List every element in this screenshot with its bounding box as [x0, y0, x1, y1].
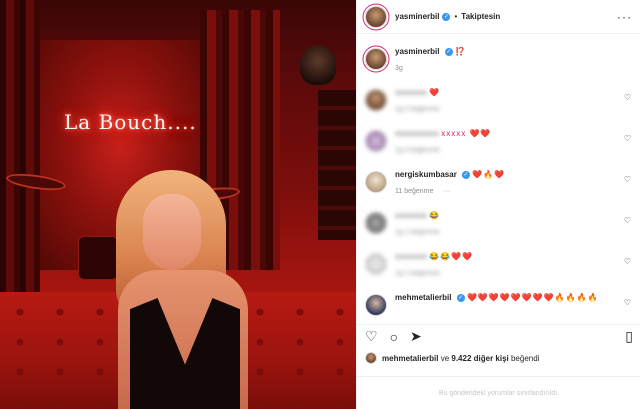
- comment-like-heart-icon[interactable]: ♡: [624, 93, 631, 102]
- author-username[interactable]: yasminerbil: [395, 12, 439, 21]
- verified-badge-icon: ✓: [442, 12, 451, 21]
- post-action-bar: ♡ ○ ➤ ▯: [357, 324, 640, 348]
- comment-icon[interactable]: ○: [390, 329, 398, 345]
- woman-figure: [108, 170, 258, 409]
- caption: yasminerbil ✓ ⁉️ 3g: [365, 46, 633, 74]
- more-options-icon[interactable]: ···: [617, 10, 632, 24]
- commenter-avatar[interactable]: [365, 212, 387, 234]
- comment-like-heart-icon[interactable]: ♡: [624, 298, 631, 307]
- verified-badge-icon: ✓: [444, 47, 453, 56]
- verified-badge-icon: ✓: [462, 170, 471, 179]
- likes-others[interactable]: 9.422 diğer kişi: [451, 354, 508, 363]
- bookshelf: [318, 90, 356, 240]
- comments-limited-notice: Bu gönderideki yorumlar sınırlandırıldı.: [357, 376, 640, 409]
- comment-text: ❤️🔥❤️: [472, 170, 506, 179]
- comment-username[interactable]: mehmetalierbil: [395, 293, 451, 302]
- comment-text: 😂😂❤️❤️: [429, 252, 474, 261]
- likes-joiner: ve: [438, 353, 452, 363]
- first-liker[interactable]: mehmetalierbil: [382, 354, 438, 363]
- separator-dot: •: [454, 12, 458, 21]
- follow-state-button[interactable]: Takiptesin: [461, 12, 500, 21]
- author-avatar[interactable]: [365, 5, 387, 28]
- post-photo[interactable]: La Bouch....: [0, 0, 356, 409]
- comment-like-count[interactable]: 11 beğenme: [395, 188, 433, 195]
- commenter-avatar[interactable]: [365, 294, 387, 316]
- comment-like-heart-icon[interactable]: ♡: [624, 175, 631, 184]
- commenter-avatar[interactable]: [365, 130, 387, 152]
- comment-text: 😂: [429, 211, 441, 220]
- comment-username[interactable]: xxxxxxxxxxx: [395, 129, 439, 138]
- comment-more-icon[interactable]: ···: [443, 188, 450, 195]
- commenter-avatar[interactable]: [365, 89, 387, 111]
- comment-item: nergiskumbasar ✓ ❤️🔥❤️ 11 beğenme ··· ♡: [365, 169, 633, 197]
- comment-like-heart-icon[interactable]: ♡: [624, 257, 631, 266]
- comment-meta: 11 beğenme ···: [395, 186, 505, 197]
- caption-username[interactable]: yasminerbil: [395, 47, 439, 56]
- comment-item: xxxxxxxx 😂 1g 1 beğenme ♡: [365, 210, 633, 238]
- comment-username[interactable]: xxxxxxxx: [395, 88, 427, 97]
- author-avatar[interactable]: [365, 48, 387, 70]
- post-header: yasminerbil ✓ • Takiptesin ···: [357, 0, 640, 34]
- face: [143, 194, 201, 270]
- liker-avatar: [365, 352, 377, 364]
- lamp: [300, 45, 336, 85]
- comment-item: mehmetalierbil ✓ ❤️❤️❤️❤️❤️❤️❤️❤️🔥🔥🔥🔥 ♡: [365, 292, 633, 316]
- commenter-avatar[interactable]: [365, 171, 387, 193]
- bookmark-icon[interactable]: ▯: [625, 328, 633, 345]
- comment-username[interactable]: xxxxxxxx: [395, 211, 427, 220]
- comment-meta: 1g 2 beğenme: [395, 106, 440, 113]
- caption-time: 3g: [395, 65, 403, 72]
- comment-text: ❤️: [429, 88, 441, 97]
- comment-item: xxxxxxxx ❤️ 1g 2 beğenme ♡: [365, 87, 633, 115]
- comment-username[interactable]: nergiskumbasar: [395, 170, 457, 179]
- comment-item: xxxxxxxxxxx xxxxx ❤️❤️ 1g 3 beğenme ♡: [365, 128, 633, 156]
- comments-list: yasminerbil ✓ ⁉️ 3g xxxxxxxx ❤️ 1g 2 beğ…: [357, 40, 640, 320]
- caption-text: ⁉️: [454, 47, 466, 56]
- share-icon[interactable]: ➤: [410, 328, 422, 345]
- post-modal: La Bouch.... yasminerbil ✓ • Takiptesin …: [0, 0, 640, 409]
- commenter-avatar[interactable]: [365, 253, 387, 275]
- likes-suffix: beğendi: [508, 353, 540, 363]
- comment-meta: 1g 1 beğenme: [395, 229, 440, 236]
- comment-item: xxxxxxxx 😂😂❤️❤️ 1g 1 beğenme ♡: [365, 251, 633, 279]
- comment-text: xxxxx ❤️❤️: [441, 129, 492, 138]
- post-side-panel: yasminerbil ✓ • Takiptesin ··· yasminerb…: [356, 0, 640, 409]
- comment-meta: 1g 3 beğenme: [395, 147, 440, 154]
- verified-badge-icon: ✓: [456, 293, 465, 302]
- comment-like-heart-icon[interactable]: ♡: [624, 134, 631, 143]
- comment-username[interactable]: xxxxxxxx: [395, 252, 427, 261]
- likes-summary[interactable]: mehmetalierbil ve 9.422 diğer kişi beğen…: [365, 352, 539, 364]
- comment-like-heart-icon[interactable]: ♡: [624, 216, 631, 225]
- neon-sign: La Bouch....: [64, 110, 197, 134]
- comment-meta: 1g 1 beğenme: [395, 270, 440, 277]
- heart-icon[interactable]: ♡: [365, 328, 378, 345]
- comment-text: ❤️❤️❤️❤️❤️❤️❤️❤️🔥🔥🔥🔥: [466, 293, 599, 302]
